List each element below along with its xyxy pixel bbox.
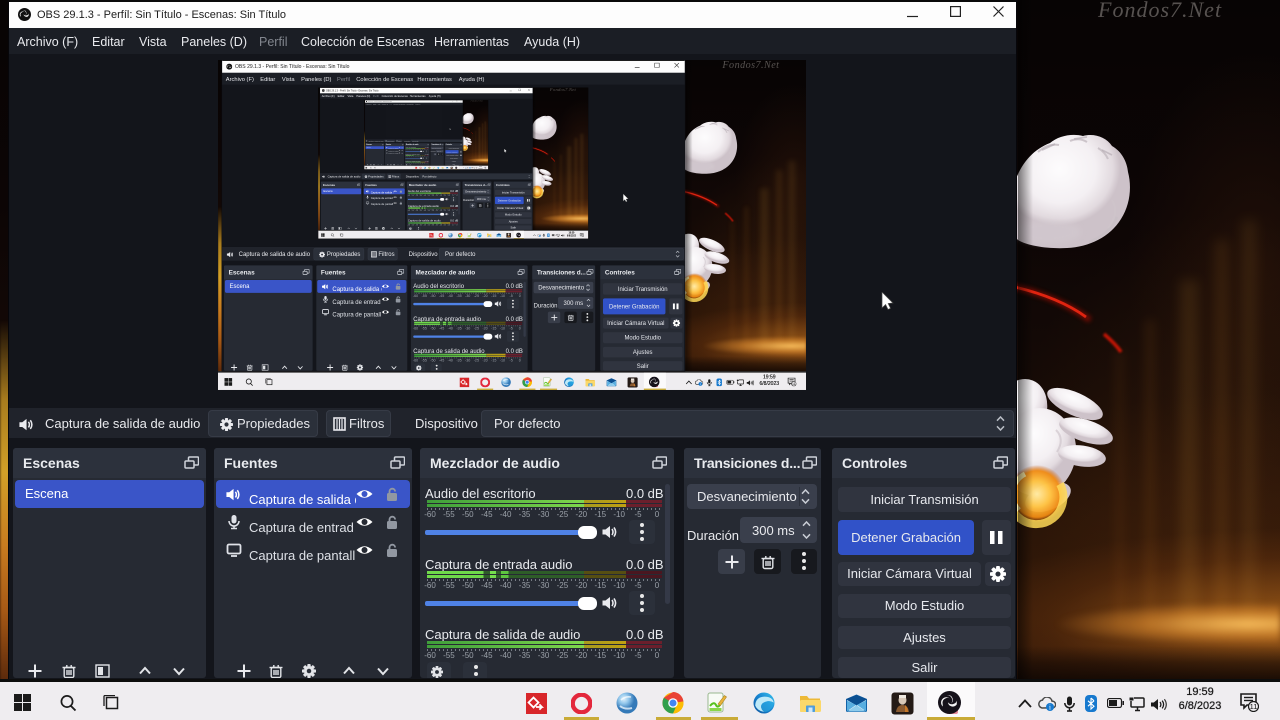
svg-text:11: 11 — [792, 382, 796, 386]
svg-text:11: 11 — [1250, 702, 1258, 711]
svg-text:i: i — [1049, 704, 1051, 711]
svg-text:i: i — [700, 382, 701, 386]
svg-text:11: 11 — [582, 235, 584, 237]
